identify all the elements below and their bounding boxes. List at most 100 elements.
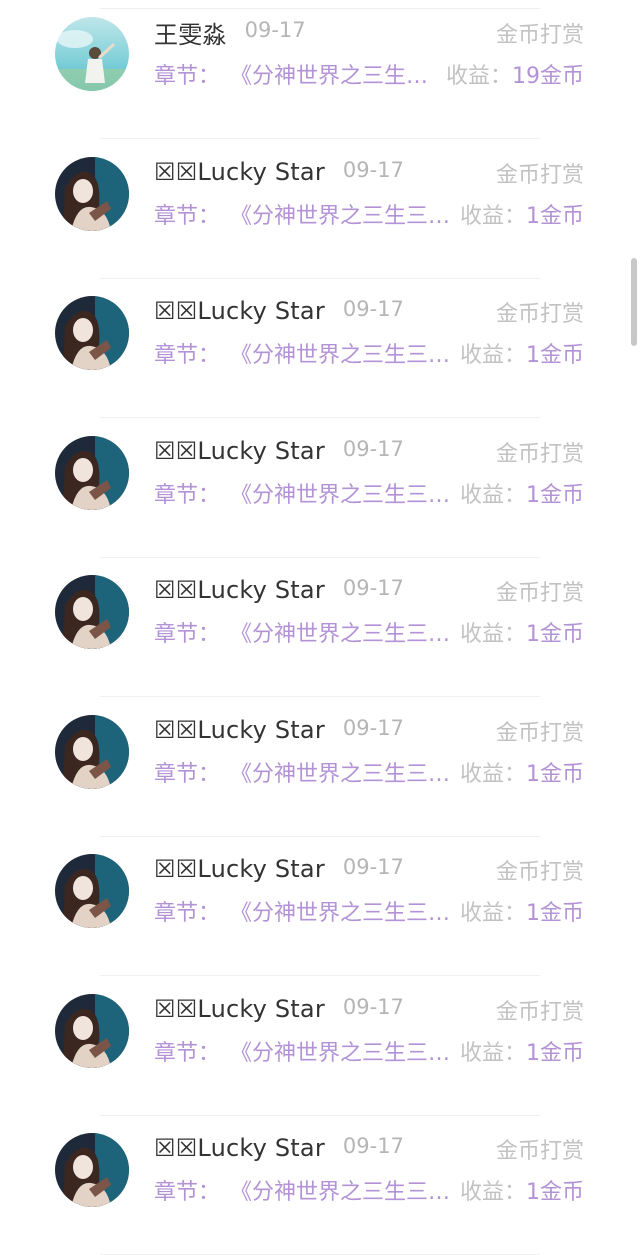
income-label: 收益： xyxy=(459,1040,526,1066)
income-label: 收益： xyxy=(459,203,526,229)
user-line: ☒☒Lucky Star 09-17 xyxy=(154,713,404,747)
chapter-title[interactable]: 《分神世界之三生三世》 xyxy=(230,895,452,927)
avatar[interactable] xyxy=(55,993,129,1068)
record-date: 09-17 xyxy=(342,994,404,1019)
record-date: 09-17 xyxy=(342,1134,404,1158)
chapter-label: 章节： xyxy=(154,64,221,89)
chapter-title[interactable]: 《分神世界之三生三世》 xyxy=(230,477,452,509)
tip-record-row[interactable]: 王雯淼 09-17 金币打赏 章节： 《分神世界之三生三世》 收益： 19金币 xyxy=(0,0,640,139)
record-date: 09-17 xyxy=(244,18,306,42)
user-line: ☒☒Lucky Star 09-17 xyxy=(154,434,404,468)
tip-record-row[interactable]: ☒☒Lucky Star 09-17 金币打赏 章节： 《分神世界之三生三世》 … xyxy=(0,419,640,558)
user-name[interactable]: ☒☒Lucky Star xyxy=(154,158,325,186)
girl-dark-avatar-image xyxy=(55,854,129,928)
income-value: 1金币 xyxy=(526,761,584,787)
chapter-label: 章节： xyxy=(154,482,221,508)
user-line: 王雯淼 09-17 xyxy=(154,15,306,49)
girl-beach-avatar-image xyxy=(55,17,129,91)
tip-type-label: 金币打赏 xyxy=(495,999,584,1025)
tip-type-label: 金币打赏 xyxy=(495,581,584,606)
user-name[interactable]: ☒☒Lucky Star xyxy=(154,1134,325,1162)
income-value: 1金币 xyxy=(526,1180,584,1205)
chapter-title[interactable]: 《分神世界之三生三世》 xyxy=(230,58,438,90)
chapter-label: 章节： xyxy=(154,203,221,229)
girl-dark-avatar-image xyxy=(55,1133,129,1207)
income-value: 1金币 xyxy=(526,622,584,647)
tip-record-row[interactable]: ☒☒Lucky Star 09-17 金币打赏 章节： 《分神世界之三生三世》 … xyxy=(0,698,640,837)
income-label: 收益： xyxy=(445,64,512,89)
chapter-title[interactable]: 《分神世界之三生三世》 xyxy=(230,337,452,369)
girl-dark-avatar-image xyxy=(55,435,129,510)
chapter-title[interactable]: 《分神世界之三生三世》 xyxy=(230,1174,452,1206)
user-name[interactable]: ☒☒Lucky Star xyxy=(154,437,325,465)
tip-record-row[interactable]: ☒☒Lucky Star 09-17 金币打赏 章节： 《分神世界之三生三世》 … xyxy=(0,140,640,279)
tip-type-label: 金币打赏 xyxy=(495,860,584,885)
income-value: 1金币 xyxy=(526,343,584,368)
chapter-line: 章节： 《分神世界之三生三世》 收益： 1金币 xyxy=(154,477,584,509)
avatar[interactable] xyxy=(55,296,129,370)
avatar[interactable] xyxy=(55,575,129,649)
chapter-title[interactable]: 《分神世界之三生三世》 xyxy=(230,756,452,788)
chapter-label: 章节： xyxy=(154,343,221,368)
avatar[interactable] xyxy=(55,854,129,928)
income-label: 收益： xyxy=(459,1180,526,1205)
user-line: ☒☒Lucky Star 09-17 xyxy=(154,1131,404,1165)
tip-type-label: 金币打赏 xyxy=(495,302,584,327)
chapter-label: 章节： xyxy=(154,1180,221,1205)
chapter-line: 章节： 《分神世界之三生三世》 收益： 1金币 xyxy=(154,895,584,927)
chapter-title[interactable]: 《分神世界之三生三世》 xyxy=(230,616,452,648)
income-label: 收益： xyxy=(459,622,526,647)
chapter-line: 章节： 《分神世界之三生三世》 收益： 1金币 xyxy=(154,1174,584,1206)
scrollbar[interactable] xyxy=(631,258,637,346)
chapter-title[interactable]: 《分神世界之三生三世》 xyxy=(230,1035,452,1067)
girl-dark-avatar-image xyxy=(55,575,129,649)
chapter-label: 章节： xyxy=(154,1040,221,1066)
user-name[interactable]: ☒☒Lucky Star xyxy=(154,995,325,1023)
chapter-line: 章节： 《分神世界之三生三世》 收益： 1金币 xyxy=(154,337,584,369)
chapter-label: 章节： xyxy=(154,901,221,926)
chapter-line: 章节： 《分神世界之三生三世》 收益： 1金币 xyxy=(154,198,584,230)
chapter-label: 章节： xyxy=(154,622,221,647)
user-name[interactable]: ☒☒Lucky Star xyxy=(154,855,325,883)
user-name[interactable]: ☒☒Lucky Star xyxy=(154,297,325,325)
record-date: 09-17 xyxy=(342,855,404,879)
tip-type-label: 金币打赏 xyxy=(495,441,584,467)
user-line: ☒☒Lucky Star 09-17 xyxy=(154,155,404,189)
tip-record-row[interactable]: ☒☒Lucky Star 09-17 金币打赏 章节： 《分神世界之三生三世》 … xyxy=(0,558,640,697)
avatar[interactable] xyxy=(55,17,129,91)
tip-record-row[interactable]: ☒☒Lucky Star 09-17 金币打赏 章节： 《分神世界之三生三世》 … xyxy=(0,1116,640,1255)
girl-dark-avatar-image xyxy=(55,993,129,1068)
income-label: 收益： xyxy=(459,482,526,508)
chapter-label: 章节： xyxy=(154,761,221,787)
tip-record-row[interactable]: ☒☒Lucky Star 09-17 金币打赏 章节： 《分神世界之三生三世》 … xyxy=(0,279,640,418)
record-date: 09-17 xyxy=(342,436,404,461)
user-name[interactable]: ☒☒Lucky Star xyxy=(154,576,325,604)
user-line: ☒☒Lucky Star 09-17 xyxy=(154,852,404,886)
income-value: 1金币 xyxy=(526,901,584,926)
user-name[interactable]: ☒☒Lucky Star xyxy=(154,716,325,744)
record-date: 09-17 xyxy=(342,715,404,740)
record-date: 09-17 xyxy=(342,576,404,600)
record-date: 09-17 xyxy=(342,157,404,182)
chapter-line: 章节： 《分神世界之三生三世》 收益： 1金币 xyxy=(154,616,584,648)
chapter-title[interactable]: 《分神世界之三生三世》 xyxy=(230,198,452,230)
avatar[interactable] xyxy=(55,435,129,510)
avatar[interactable] xyxy=(55,156,129,231)
tip-type-label: 金币打赏 xyxy=(495,720,584,746)
income-value: 1金币 xyxy=(526,203,584,229)
income-label: 收益： xyxy=(459,343,526,368)
user-name[interactable]: 王雯淼 xyxy=(154,15,227,50)
girl-dark-avatar-image xyxy=(55,156,129,231)
record-date: 09-17 xyxy=(342,297,404,321)
tip-records-list[interactable]: 王雯淼 09-17 金币打赏 章节： 《分神世界之三生三世》 收益： 19金币 … xyxy=(0,0,640,1255)
chapter-line: 章节： 《分神世界之三生三世》 收益： 19金币 xyxy=(154,58,584,90)
avatar[interactable] xyxy=(55,1133,129,1207)
income-value: 1金币 xyxy=(526,482,584,508)
chapter-line: 章节： 《分神世界之三生三世》 收益： 1金币 xyxy=(154,1035,584,1067)
user-line: ☒☒Lucky Star 09-17 xyxy=(154,992,404,1026)
tip-record-row[interactable]: ☒☒Lucky Star 09-17 金币打赏 章节： 《分神世界之三生三世》 … xyxy=(0,837,640,976)
chapter-line: 章节： 《分神世界之三生三世》 收益： 1金币 xyxy=(154,756,584,788)
avatar[interactable] xyxy=(55,714,129,789)
income-value: 1金币 xyxy=(526,1040,584,1066)
tip-record-row[interactable]: ☒☒Lucky Star 09-17 金币打赏 章节： 《分神世界之三生三世》 … xyxy=(0,977,640,1116)
